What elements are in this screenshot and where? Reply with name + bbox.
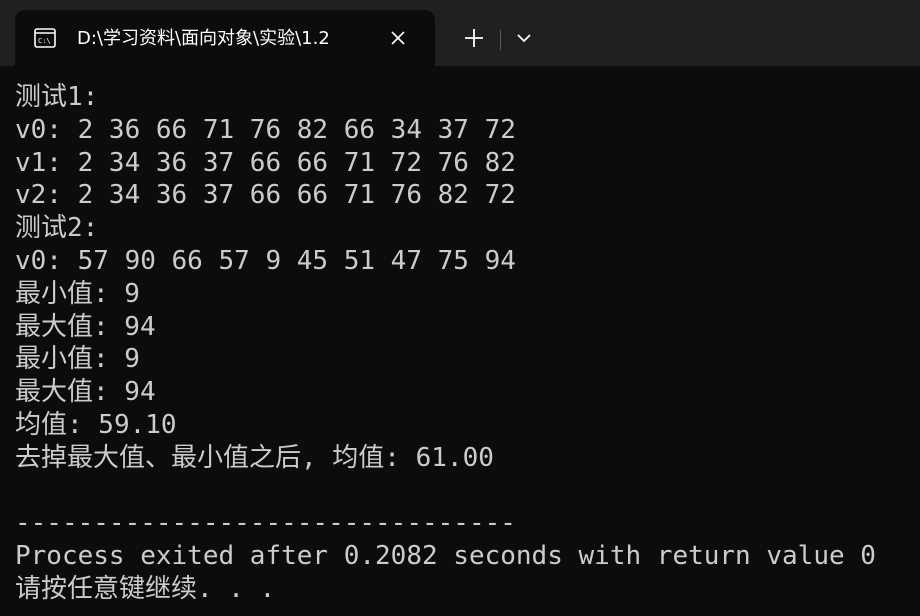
- terminal-window: C:\ D:\学习资料\面向对象\实验\1.2 测试1: v0: 2 36 66 …: [0, 0, 920, 616]
- chevron-down-icon[interactable]: [514, 28, 534, 48]
- console-line: 最大值: 94: [15, 377, 156, 408]
- console-lines: 测试1: v0: 2 36 66 71 76 82 66 34 37 72 v1: …: [15, 81, 876, 606]
- console-icon: C:\: [34, 28, 56, 48]
- console-line: Process exited after 0.2082 seconds with…: [15, 541, 876, 572]
- console-line: --------------------------------: [15, 508, 516, 539]
- console-line: v2: 2 34 36 37 66 66 71 76 82 72: [15, 180, 516, 211]
- title-bar: C:\ D:\学习资料\面向对象\实验\1.2: [0, 0, 920, 66]
- close-icon[interactable]: [387, 27, 409, 49]
- tab-title: D:\学习资料\面向对象\实验\1.2: [77, 28, 330, 49]
- console-line: v0: 57 90 66 57 9 45 51 47 75 94: [15, 245, 516, 276]
- console-output[interactable]: 测试1: v0: 2 36 66 71 76 82 66 34 37 72 v1: …: [0, 66, 920, 616]
- console-line: 去掉最大值、最小值之后, 均值: 61.00: [15, 442, 494, 473]
- console-line: 最大值: 94: [15, 311, 156, 342]
- console-line: 最小值: 9: [15, 278, 140, 309]
- console-line: 测试1:: [15, 82, 99, 112]
- console-line: 最小值: 9: [15, 344, 140, 375]
- console-line: 请按任意键继续. . .: [15, 573, 276, 604]
- console-line: v0: 2 36 66 71 76 82 66 34 37 72: [15, 114, 516, 145]
- plus-icon[interactable]: [462, 26, 486, 50]
- tab-active[interactable]: C:\ D:\学习资料\面向对象\实验\1.2: [15, 10, 435, 66]
- titlebar-divider: [500, 30, 501, 50]
- console-line: v1: 2 34 36 37 66 66 71 72 76 82: [15, 147, 516, 178]
- console-line: 均值: 59.10: [15, 409, 177, 440]
- svg-text:C:\: C:\: [38, 37, 51, 45]
- console-line: 测试2:: [15, 213, 99, 244]
